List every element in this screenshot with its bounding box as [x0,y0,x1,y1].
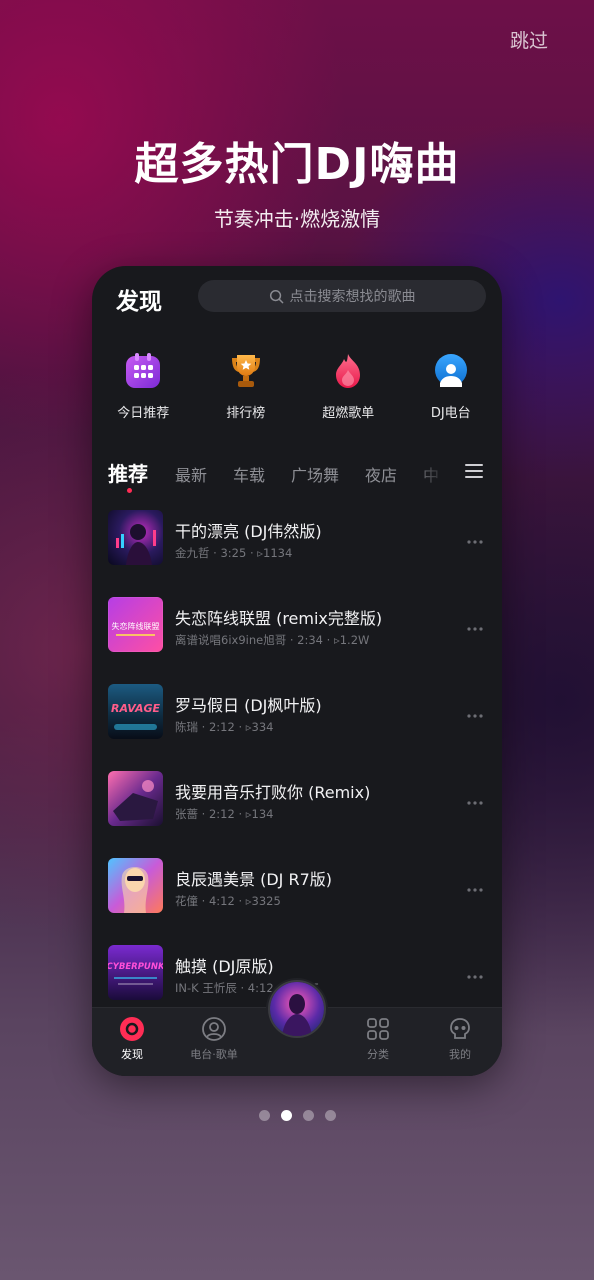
list-item[interactable]: 我要用音乐打败你 (Remix) 张蔷 · 2:12 · ▹134 [108,771,486,858]
shortcut-charts[interactable]: 排行榜 [195,352,298,421]
song-list: 干的漂亮 (DJ伟然版) 金九哲 · 3:25 · ▹1134 失恋阵线联盟 失… [108,510,486,1032]
page-dot[interactable] [258,1110,270,1121]
nav-radio-playlist[interactable]: 电台·歌单 [174,1016,254,1062]
song-title: 干的漂亮 (DJ伟然版) [175,522,322,541]
page-dot[interactable] [324,1110,336,1121]
tab-fade [408,456,448,492]
shortcut-hot-playlist[interactable]: 超燃歌单 [297,352,400,421]
subline: 节奏冲击·燃烧激情 [213,207,381,231]
headline: 超多热门DJ嗨曲 [134,139,460,190]
nav-discover[interactable]: 发现 [92,1016,172,1062]
cover-text: CYBERPUNK [108,962,163,972]
tab-car[interactable]: 车载 [233,462,265,486]
more-icon[interactable] [466,704,484,723]
list-item[interactable]: RAVAGE 罗马假日 (DJ枫叶版) 陈瑞 · 2:12 · ▹334 [108,684,486,771]
skip-button[interactable]: 跳过 [510,26,548,53]
tab-active-dot [127,488,132,493]
list-item[interactable]: 良辰遇美景 (DJ R7版) 花僮 · 4:12 · ▹3325 [108,858,486,945]
shortcut-dj-radio[interactable]: DJ电台 [400,352,503,421]
shortcut-label: 排行榜 [226,406,266,421]
song-title: 触摸 (DJ原版) [175,957,274,976]
skull-icon [450,1018,470,1039]
bottom-nav: 发现 电台·歌单 分类 我的 [92,978,502,1076]
disc-icon [120,1017,144,1041]
more-icon[interactable] [466,965,484,984]
flame-icon [329,352,367,390]
search-placeholder: 点击搜索想找的歌曲 [289,289,416,305]
shortcut-row: 今日推荐 排行榜 超燃歌单 DJ电台 [92,352,502,421]
song-title: 良辰遇美景 (DJ R7版) [175,870,332,889]
grid-icon [367,1018,389,1040]
album-cover: CYBERPUNK [108,945,163,1000]
nav-label: 发现 [121,1048,143,1061]
list-item[interactable]: 失恋阵线联盟 失恋阵线联盟 (remix完整版) 离谱说唱6ix9ine旭哥 ·… [108,597,486,684]
shortcut-today[interactable]: 今日推荐 [92,352,195,421]
calendar-grid-icon [124,352,162,390]
trophy-icon [227,352,265,390]
category-tabs: 推荐 最新 车载 广场舞 夜店 中 [108,456,486,496]
more-icon[interactable] [466,530,484,549]
tab-recommend[interactable]: 推荐 [108,458,148,487]
more-icon[interactable] [466,791,484,810]
search-bar[interactable]: 点击搜索想找的歌曲 [198,280,486,312]
list-item[interactable]: 干的漂亮 (DJ伟然版) 金九哲 · 3:25 · ▹1134 [108,510,486,597]
album-cover: 失恋阵线联盟 [108,597,163,652]
tab-latest[interactable]: 最新 [175,462,207,486]
tab-square-dance[interactable]: 广场舞 [291,462,339,486]
top-bar: 发现 点击搜索想找的歌曲 [92,280,502,315]
page-dot[interactable] [302,1110,314,1121]
tab-nightclub[interactable]: 夜店 [365,462,397,486]
shortcut-label: 今日推荐 [117,406,170,421]
page-dot-active[interactable] [280,1110,292,1121]
phone-mockup: 发现 点击搜索想找的歌曲 今日推荐 排行榜 超燃歌单 DJ电台 推荐 最新 车载… [92,266,502,1076]
shortcut-label: 超燃歌单 [322,406,375,421]
nav-category[interactable]: 分类 [338,1016,418,1062]
album-cover [108,771,163,826]
nav-label: 我的 [449,1048,471,1061]
now-playing-cover [268,980,326,1038]
album-cover: RAVAGE [108,684,163,739]
album-cover [108,510,163,565]
song-title: 罗马假日 (DJ枫叶版) [175,696,322,715]
radio-icon [432,352,470,390]
song-title: 我要用音乐打败你 (Remix) [175,783,371,802]
song-meta: 张蔷 · 2:12 · ▹134 [175,807,274,821]
album-cover [108,858,163,913]
menu-icon[interactable] [464,462,484,484]
song-meta: 花僮 · 4:12 · ▹3325 [175,894,281,908]
nav-label: 分类 [367,1048,389,1061]
cover-text: 失恋阵线联盟 [112,621,160,631]
song-meta: 离谱说唱6ix9ine旭哥 · 2:34 · ▹1.2W [175,633,370,647]
cover-text: RAVAGE [111,702,161,715]
radio-person-icon [202,1017,226,1041]
page-indicator [0,1110,594,1121]
now-playing-disc[interactable] [266,978,328,1040]
shortcut-label: DJ电台 [430,406,471,421]
song-meta: 陈瑞 · 2:12 · ▹334 [175,720,274,734]
nav-mine[interactable]: 我的 [420,1016,500,1062]
more-icon[interactable] [466,617,484,636]
search-icon [269,289,283,303]
song-title: 失恋阵线联盟 (remix完整版) [175,609,383,628]
nav-label: 电台·歌单 [190,1048,238,1061]
page-title: 发现 [116,289,162,315]
more-icon[interactable] [466,878,484,897]
song-meta: 金九哲 · 3:25 · ▹1134 [175,546,293,560]
